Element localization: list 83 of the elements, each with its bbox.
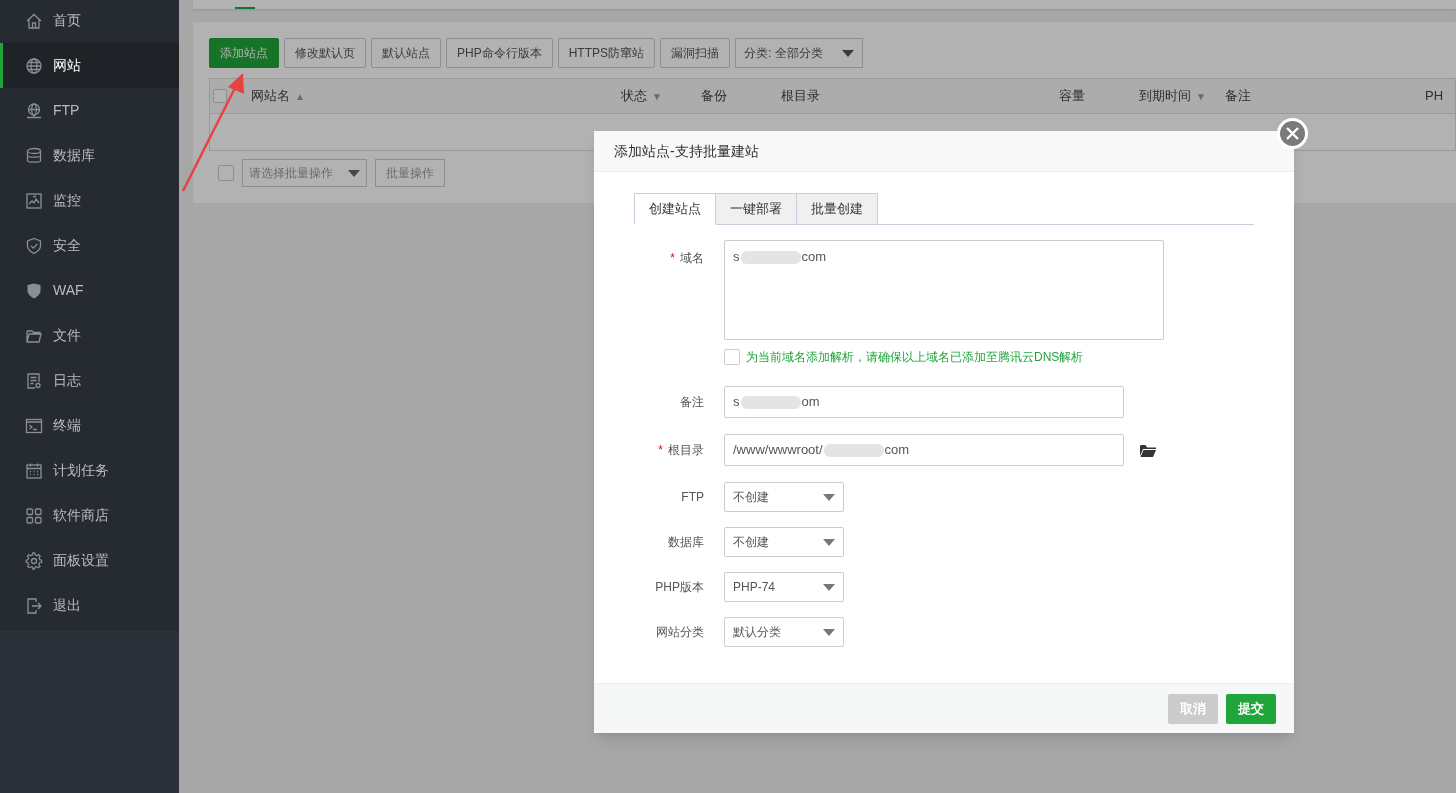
toolbar-button[interactable]: HTTPS防窜站 xyxy=(557,38,656,68)
field-value-end: om xyxy=(801,393,820,412)
column-header[interactable]: 根目录 xyxy=(781,86,820,106)
sidebar-item[interactable]: 首页 xyxy=(0,0,179,43)
required-mark: * xyxy=(670,250,675,267)
column-header[interactable]: 到期时间 xyxy=(1139,86,1191,106)
caret-icon xyxy=(348,169,360,177)
required-mark: * xyxy=(658,442,663,459)
field-label: 域名 xyxy=(680,250,704,267)
column-header[interactable]: 容量 xyxy=(1059,86,1085,106)
select-field[interactable]: 默认分类 xyxy=(724,617,844,647)
grid-icon xyxy=(25,506,43,525)
checkbox[interactable] xyxy=(218,165,234,181)
field-label: 备注 xyxy=(680,394,704,411)
sidebar-item[interactable]: 安全 xyxy=(0,223,179,268)
tab[interactable]: 一键部署 xyxy=(716,193,797,225)
checkbox-label: 为当前域名添加解析，请确保以上域名已添加至腾讯云DNS解析 xyxy=(746,349,1084,366)
field-value-end: com xyxy=(884,441,910,460)
redaction-blur xyxy=(740,251,801,265)
field-value-end: com xyxy=(801,249,827,264)
sidebar-item[interactable]: 文件 xyxy=(0,313,179,358)
settings-icon xyxy=(25,551,43,570)
redaction-blur xyxy=(740,395,801,409)
dialog-title: 添加站点-支持批量建站 xyxy=(614,141,759,161)
column-header[interactable]: 备份 xyxy=(701,86,727,106)
domain-textarea[interactable]: s com xyxy=(724,240,1164,340)
column-header[interactable]: PH xyxy=(1425,86,1444,106)
shield-icon xyxy=(25,236,43,255)
field-value-start: s xyxy=(733,249,740,264)
column-header[interactable]: 网站名 xyxy=(251,86,290,106)
terminal-icon xyxy=(25,416,43,435)
folder-button[interactable] xyxy=(1140,443,1156,457)
document-icon xyxy=(25,371,43,390)
sidebar-item[interactable]: 软件商店 xyxy=(0,493,179,538)
column-header[interactable]: 状态 xyxy=(621,86,647,106)
caret-icon xyxy=(823,628,835,636)
sidebar-item[interactable]: FTP xyxy=(0,88,179,133)
tab[interactable]: 创建站点 xyxy=(634,193,716,225)
sidebar-item[interactable]: 数据库 xyxy=(0,133,179,178)
field-value-start: /www/wwwroot/ xyxy=(733,441,823,460)
sidebar-item[interactable]: WAF xyxy=(0,268,179,313)
toolbar-button[interactable]: 漏洞扫描 xyxy=(660,38,731,68)
field-label: FTP xyxy=(681,489,704,506)
sidebar-item[interactable]: 计划任务 xyxy=(0,448,179,493)
calendar-icon xyxy=(25,461,43,480)
field-label: PHP版本 xyxy=(655,579,704,596)
logout-icon xyxy=(25,596,43,615)
sidebar-item[interactable]: 监控 xyxy=(0,178,179,223)
tab[interactable]: 批量创建 xyxy=(797,193,878,225)
caret-icon xyxy=(823,583,835,591)
toolbar-button[interactable]: 修改默认页 xyxy=(284,38,366,68)
home-icon xyxy=(25,11,43,30)
folder-icon xyxy=(1140,443,1156,457)
category-select[interactable]: 分类: 全部分类 xyxy=(735,38,864,68)
monitor-chart-icon xyxy=(25,191,43,210)
database-icon xyxy=(25,146,43,165)
caret-icon xyxy=(823,493,835,501)
caret-icon xyxy=(842,49,855,57)
toolbar-button[interactable]: 默认站点 xyxy=(371,38,441,68)
checkbox[interactable] xyxy=(724,349,740,365)
checkbox[interactable] xyxy=(213,89,227,103)
field-label: 网站分类 xyxy=(656,624,704,641)
close-icon xyxy=(1286,127,1299,140)
caret-icon xyxy=(823,538,835,546)
sidebar-item[interactable]: 退出 xyxy=(0,583,179,628)
globe-icon xyxy=(25,56,43,75)
text-input[interactable]: /www/wwwroot/ com xyxy=(724,434,1124,466)
text-input[interactable]: s om xyxy=(724,386,1124,418)
shield-icon xyxy=(25,281,43,300)
field-label: 根目录 xyxy=(668,442,704,459)
sidebar-item[interactable]: 终端 xyxy=(0,403,179,448)
field-label: 数据库 xyxy=(668,534,704,551)
select-field[interactable]: 不创建 xyxy=(724,527,844,557)
sidebar-item[interactable]: 面板设置 xyxy=(0,538,179,583)
redaction-blur xyxy=(823,443,884,457)
sidebar-item[interactable]: 网站 xyxy=(0,43,179,88)
column-header[interactable]: 备注 xyxy=(1225,86,1251,106)
sidebar-item[interactable]: 日志 xyxy=(0,358,179,403)
select-field[interactable]: PHP-74 xyxy=(724,572,844,602)
field-value-start: s xyxy=(733,393,740,412)
toolbar-button[interactable]: PHP命令行版本 xyxy=(446,38,553,68)
select-field[interactable]: 不创建 xyxy=(724,482,844,512)
globe-server-icon xyxy=(25,101,43,120)
